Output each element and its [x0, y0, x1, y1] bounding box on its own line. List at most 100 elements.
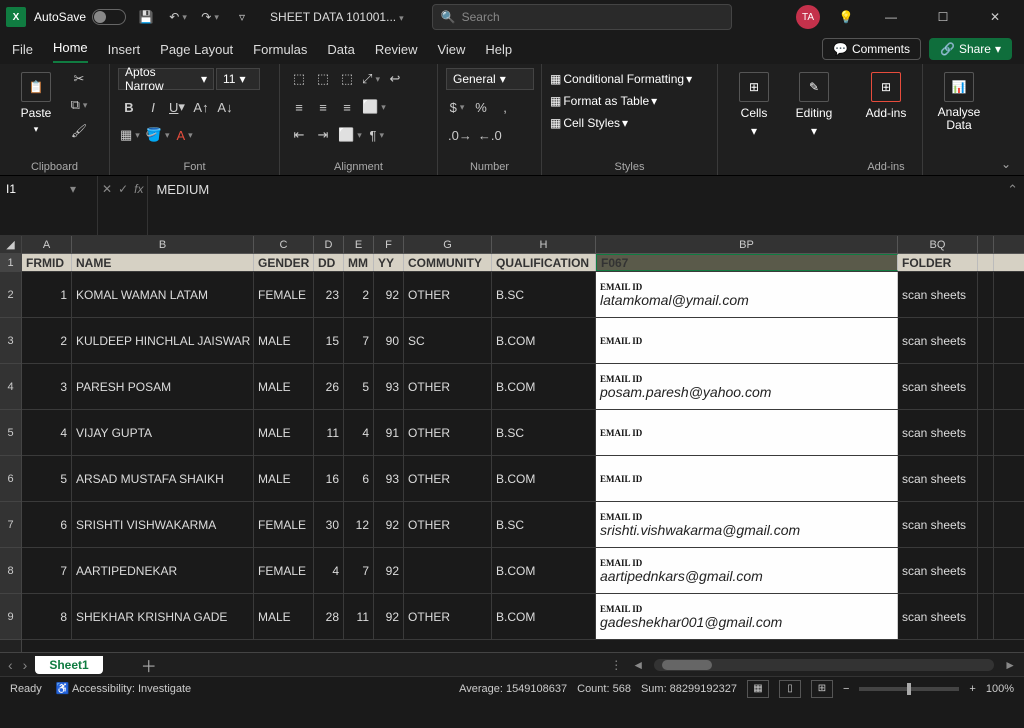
- cell-community[interactable]: OTHER: [404, 364, 492, 409]
- cell-yy[interactable]: 92: [374, 594, 404, 639]
- font-name-combo[interactable]: Aptos Narrow▾: [118, 68, 214, 90]
- col-BQ[interactable]: BQ: [898, 236, 978, 253]
- scroll-right-icon[interactable]: ►: [1004, 658, 1016, 672]
- tab-home[interactable]: Home: [53, 40, 88, 63]
- cell-email[interactable]: EMAIL IDaartipednkars@gmail.com: [596, 548, 898, 593]
- cell-qualification[interactable]: B.SC: [492, 502, 596, 547]
- hdr-yy[interactable]: YY: [374, 254, 404, 271]
- hdr-community[interactable]: COMMUNITY: [404, 254, 492, 271]
- hdr-dd[interactable]: DD: [314, 254, 344, 271]
- col-B[interactable]: B: [72, 236, 254, 253]
- scroll-left-icon[interactable]: ◄: [632, 658, 644, 672]
- merge-button[interactable]: ⬜: [360, 96, 388, 118]
- cell-dd[interactable]: 16: [314, 456, 344, 501]
- comments-button[interactable]: 💬 Comments: [822, 38, 921, 60]
- cell-email[interactable]: EMAIL IDsrishti.vishwakarma@gmail.com: [596, 502, 898, 547]
- cancel-formula-icon[interactable]: ✕: [102, 182, 112, 196]
- hdr-folder[interactable]: FOLDER: [898, 254, 978, 271]
- row-header-8[interactable]: 8: [0, 548, 21, 594]
- row-header-4[interactable]: 4: [0, 364, 21, 410]
- maximize-button[interactable]: ☐: [924, 2, 962, 32]
- cell-yy[interactable]: 91: [374, 410, 404, 455]
- cell-gender[interactable]: FEMALE: [254, 548, 314, 593]
- cell-email[interactable]: EMAIL ID: [596, 318, 898, 363]
- cell-dd[interactable]: 28: [314, 594, 344, 639]
- font-size-combo[interactable]: 11▾: [216, 68, 260, 90]
- cell-qualification[interactable]: B.SC: [492, 272, 596, 317]
- align-middle[interactable]: ⬚: [312, 68, 334, 90]
- cell-mm[interactable]: 5: [344, 364, 374, 409]
- borders-button[interactable]: ▦: [118, 124, 142, 146]
- underline-button[interactable]: U▾: [166, 96, 188, 118]
- normal-view-button[interactable]: ▦: [747, 680, 769, 698]
- horizontal-scrollbar[interactable]: [654, 659, 994, 671]
- row-header-1[interactable]: 1: [0, 254, 21, 272]
- name-box[interactable]: ▾: [0, 176, 98, 235]
- cell-mm[interactable]: 6: [344, 456, 374, 501]
- zoom-slider[interactable]: [859, 687, 959, 691]
- align-center[interactable]: ≡: [312, 96, 334, 118]
- cell-gender[interactable]: MALE: [254, 594, 314, 639]
- col-F[interactable]: F: [374, 236, 404, 253]
- copy-button[interactable]: ⧉: [68, 94, 90, 116]
- col-C[interactable]: C: [254, 236, 314, 253]
- cell-qualification[interactable]: B.COM: [492, 594, 596, 639]
- fill-color-button[interactable]: 🪣: [144, 124, 172, 146]
- percent-button[interactable]: %: [470, 96, 492, 118]
- addins-button[interactable]: ⊞Add-ins: [858, 68, 914, 124]
- cell-email[interactable]: EMAIL IDgadeshekhar001@gmail.com: [596, 594, 898, 639]
- cell-community[interactable]: OTHER: [404, 594, 492, 639]
- coming-soon-icon[interactable]: 💡: [834, 5, 858, 29]
- col-BP[interactable]: BP: [596, 236, 898, 253]
- format-painter-button[interactable]: 🖌: [68, 120, 90, 142]
- cell-name[interactable]: AARTIPEDNEKAR: [72, 548, 254, 593]
- zoom-out-button[interactable]: −: [843, 683, 849, 695]
- cell-folder[interactable]: scan sheets: [898, 548, 978, 593]
- cell-styles-button[interactable]: ▦ Cell Styles ▾: [550, 116, 628, 130]
- scrollbar-thumb[interactable]: [662, 660, 712, 670]
- cell-gender[interactable]: MALE: [254, 410, 314, 455]
- increase-decimal[interactable]: .0→: [446, 124, 474, 146]
- cell-folder[interactable]: scan sheets: [898, 594, 978, 639]
- tab-insert[interactable]: Insert: [108, 42, 141, 63]
- cell-frmid[interactable]: 8: [22, 594, 72, 639]
- formula-input[interactable]: MEDIUM ⌃: [148, 176, 1024, 235]
- cell-email[interactable]: EMAIL ID: [596, 410, 898, 455]
- col-D[interactable]: D: [314, 236, 344, 253]
- autosave-toggle[interactable]: AutoSave: [34, 9, 126, 25]
- zoom-level[interactable]: 100%: [986, 683, 1014, 695]
- fx-icon[interactable]: fx: [134, 182, 143, 196]
- cell-yy[interactable]: 92: [374, 502, 404, 547]
- cell-gender[interactable]: MALE: [254, 318, 314, 363]
- cell-community[interactable]: OTHER: [404, 456, 492, 501]
- align-right[interactable]: ≡: [336, 96, 358, 118]
- cell-mm[interactable]: 4: [344, 410, 374, 455]
- document-title[interactable]: SHEET DATA 101001...: [270, 10, 404, 24]
- paste-button[interactable]: 📋 Paste ▾: [8, 68, 64, 139]
- hdr-qualification[interactable]: QUALIFICATION: [492, 254, 596, 271]
- cell-community[interactable]: OTHER: [404, 502, 492, 547]
- cell-frmid[interactable]: 2: [22, 318, 72, 363]
- cell-name[interactable]: KULDEEP HINCHLAL JAISWAR: [72, 318, 254, 363]
- enter-formula-icon[interactable]: ✓: [118, 182, 128, 196]
- cell-frmid[interactable]: 4: [22, 410, 72, 455]
- cell-frmid[interactable]: 6: [22, 502, 72, 547]
- expand-formula-icon[interactable]: ⌃: [1007, 182, 1018, 198]
- cell-email[interactable]: EMAIL ID: [596, 456, 898, 501]
- cell-name[interactable]: ARSAD MUSTAFA SHAIKH: [72, 456, 254, 501]
- accounting-button[interactable]: $: [446, 96, 468, 118]
- tab-formulas[interactable]: Formulas: [253, 42, 307, 63]
- zoom-in-button[interactable]: +: [969, 683, 975, 695]
- cell-email[interactable]: EMAIL IDlatamkomal@ymail.com: [596, 272, 898, 317]
- sheet-tab-active[interactable]: Sheet1: [35, 656, 102, 674]
- align-left[interactable]: ≡: [288, 96, 310, 118]
- cell-dd[interactable]: 15: [314, 318, 344, 363]
- row-header-2[interactable]: 2: [0, 272, 21, 318]
- user-avatar[interactable]: TA: [796, 5, 820, 29]
- page-layout-view-button[interactable]: ▯: [779, 680, 801, 698]
- cell-frmid[interactable]: 7: [22, 548, 72, 593]
- redo-button[interactable]: ↷: [198, 5, 222, 29]
- format-as-table-button[interactable]: ▦ Format as Table ▾: [550, 94, 657, 108]
- cell-name[interactable]: SHEKHAR KRISHNA GADE: [72, 594, 254, 639]
- row-header-7[interactable]: 7: [0, 502, 21, 548]
